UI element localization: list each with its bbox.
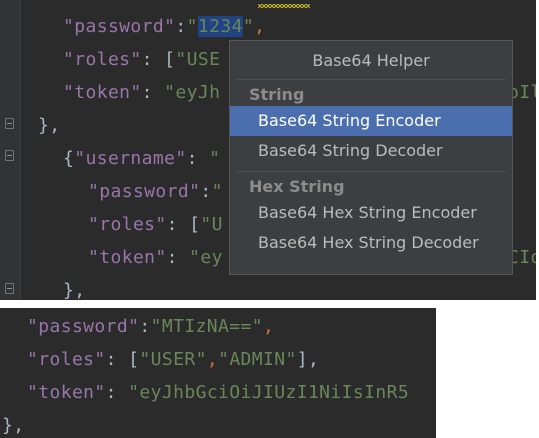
fold-icon[interactable] — [5, 118, 14, 129]
result-line-roles[interactable]: "roles": ["USER","ADMIN"], — [27, 343, 319, 376]
fold-icon[interactable] — [5, 283, 14, 294]
code-line-roles-2[interactable]: "roles": ["U — [88, 208, 223, 241]
fold-icon[interactable] — [5, 150, 14, 161]
menu-item-base64-hex-string-decoder[interactable]: Base64 Hex String Decoder — [230, 228, 512, 258]
menu-item-base64-string-decoder[interactable]: Base64 String Decoder — [230, 136, 512, 166]
popup-title: Base64 Helper — [312, 51, 430, 70]
editor-top[interactable]: "password":"1234", "roles": ["USE "token… — [0, 0, 536, 300]
base64-helper-popup: Base64 Helper String Base64 String Encod… — [229, 40, 513, 275]
result-line-password[interactable]: "password":"MTIzNA==", — [27, 310, 274, 343]
menu-item-base64-hex-string-encoder[interactable]: Base64 Hex String Encoder — [230, 198, 512, 228]
group-label-string: String — [249, 85, 305, 104]
group-label-hex-string: Hex String — [249, 177, 345, 196]
warning-underline — [258, 4, 310, 8]
result-line-token[interactable]: "token": "eyJhbGciOiJIUzI1NiIsInR5 — [27, 376, 409, 409]
selected-text: 1234 — [197, 16, 243, 37]
gutter-divider — [20, 0, 21, 300]
code-line-close-2[interactable]: }, — [63, 274, 85, 300]
editor-gutter — [0, 0, 20, 300]
code-line-token-2[interactable]: "token": "ey — [88, 241, 223, 274]
menu-item-base64-string-encoder[interactable]: Base64 String Encoder — [230, 106, 512, 136]
code-line-password-2[interactable]: "password":" — [88, 175, 223, 208]
result-line-close[interactable]: }, — [2, 409, 24, 438]
code-line-roles[interactable]: "roles": ["USE — [63, 43, 220, 76]
code-line-close[interactable]: }, — [38, 109, 60, 142]
code-line-password[interactable]: "password":"1234", — [63, 10, 265, 43]
code-line-token[interactable]: "token": "eyJh — [63, 76, 220, 109]
code-line-username[interactable]: {"username": " — [63, 142, 220, 175]
editor-bottom[interactable]: "password":"MTIzNA==", "roles": ["USER",… — [0, 308, 436, 438]
